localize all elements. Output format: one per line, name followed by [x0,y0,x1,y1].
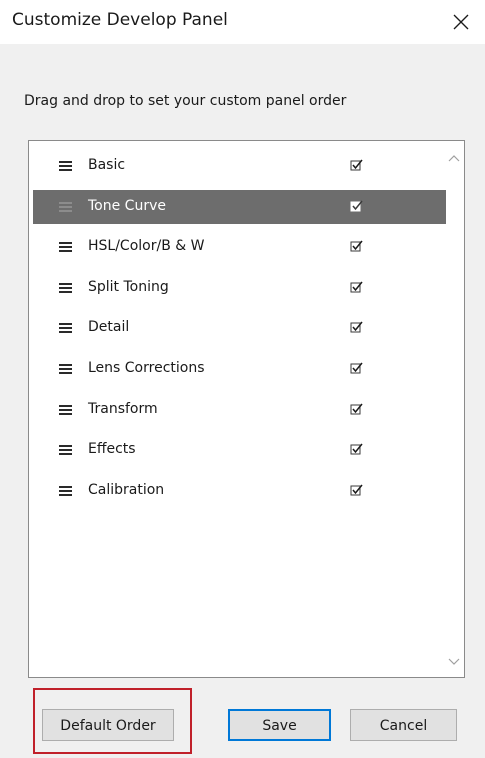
drag-handle-icon[interactable] [59,404,72,415]
panel-list-item[interactable]: Basic [33,149,446,183]
title-bar: Customize Develop Panel [0,0,485,44]
default-order-button[interactable]: Default Order [42,709,174,741]
drag-handle-icon[interactable] [59,485,72,496]
checkbox-checked-icon[interactable] [350,362,363,375]
panel-order-list[interactable]: Basic Tone Curve HSL/Color/B & W Split Toni… [28,140,465,678]
panel-list-item-label: Transform [88,400,158,417]
drag-handle-icon[interactable] [59,323,72,334]
dialog-title: Customize Develop Panel [12,10,228,30]
scroll-down-icon[interactable] [447,657,461,667]
close-button[interactable] [443,4,479,40]
panel-list-item[interactable]: Detail [33,311,446,345]
panel-list-item-label: Split Toning [88,278,169,295]
panel-list-item[interactable]: Transform [33,393,446,427]
panel-list-item[interactable]: Tone Curve [33,189,446,224]
checkbox-checked-icon[interactable] [350,281,363,294]
panel-list-item[interactable]: Calibration [33,474,446,508]
drag-handle-icon[interactable] [59,242,72,253]
save-button[interactable]: Save [228,709,331,741]
panel-list-item-label: Lens Corrections [88,360,205,376]
checkbox-checked-icon[interactable] [350,403,363,416]
panel-list-item-label: Basic [88,157,126,173]
drag-handle-icon[interactable] [59,282,72,293]
scroll-up-icon[interactable] [447,153,461,163]
panel-list-item[interactable]: Effects [33,433,446,467]
checkbox-checked-icon[interactable] [350,200,363,213]
close-icon [453,14,469,30]
cancel-button[interactable]: Cancel [350,709,457,741]
checkbox-checked-icon[interactable] [350,443,363,456]
checkbox-checked-icon[interactable] [350,240,363,253]
panel-list-item-label: Calibration [88,481,165,498]
panel-list-item[interactable]: Lens Corrections [33,352,446,386]
panel-list-item[interactable]: Split Toning [33,271,446,305]
drag-handle-icon[interactable] [59,445,72,456]
instruction-text: Drag and drop to set your custom panel o… [24,93,347,109]
customize-develop-panel-dialog: Customize Develop Panel Drag and drop to… [0,0,485,758]
drag-handle-icon[interactable] [59,201,72,212]
drag-handle-icon[interactable] [59,161,72,171]
panel-list-item-label: Detail [88,319,130,336]
checkbox-checked-icon[interactable] [350,321,363,334]
checkbox-checked-icon[interactable] [350,484,363,497]
drag-handle-icon[interactable] [59,364,72,374]
panel-list-item-label: Effects [88,441,136,458]
panel-list-item-label: HSL/Color/B & W [88,238,205,255]
panel-list-item[interactable]: HSL/Color/B & W [33,230,446,264]
checkbox-checked-icon[interactable] [350,159,363,172]
panel-list-item-label: Tone Curve [88,197,166,214]
